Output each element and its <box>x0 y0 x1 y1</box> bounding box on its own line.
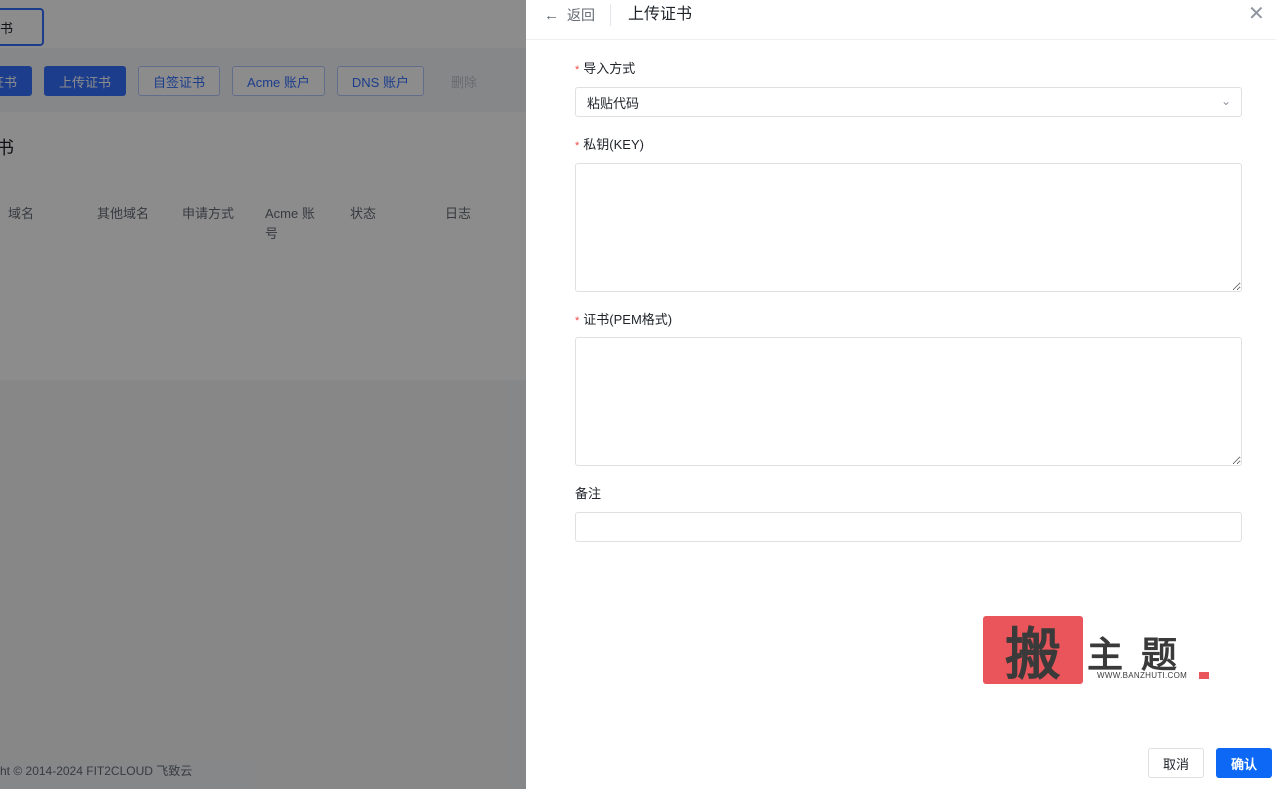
arrow-left-icon: ← <box>544 6 559 24</box>
watermark-url: WWW.BANZHUTI.COM <box>1097 671 1188 680</box>
import-method-value: 粘贴代码 <box>587 95 640 111</box>
required-marker: * <box>575 140 580 152</box>
required-marker: * <box>575 315 580 327</box>
upload-certificate-drawer: ← 返回 上传证书 ✕ * 导入方式 粘贴代码 ⌄ * 私钥(KEY) * 证书(PE… <box>526 0 1276 789</box>
chevron-down-icon: ⌄ <box>1220 94 1231 108</box>
banzhuti-watermark: 搬 主题 WWW.BANZHUTI.COM <box>983 616 1213 688</box>
drawer-footer: 取消 确认 <box>1148 748 1272 778</box>
drawer-header: ← 返回 上传证书 ✕ <box>526 0 1276 40</box>
drawer-title: 上传证书 <box>628 6 693 23</box>
header-divider <box>610 4 611 26</box>
required-marker: * <box>575 64 580 76</box>
close-icon[interactable]: ✕ <box>1248 3 1265 25</box>
certificate-textarea[interactable] <box>575 337 1242 466</box>
import-method-select[interactable]: 粘贴代码 ⌄ <box>575 87 1242 117</box>
watermark-logo: 搬 <box>983 616 1083 688</box>
private-key-label: * 私钥(KEY) <box>575 137 644 152</box>
private-key-textarea[interactable] <box>575 163 1242 292</box>
remark-input[interactable] <box>575 512 1242 542</box>
watermark-dot <box>1199 672 1209 679</box>
confirm-button[interactable]: 确认 <box>1216 748 1272 778</box>
remark-label: 备注 <box>575 486 602 501</box>
back-button[interactable]: ← 返回 <box>544 5 595 25</box>
cancel-button[interactable]: 取消 <box>1148 748 1204 778</box>
import-method-label: * 导入方式 <box>575 61 636 76</box>
certificate-label: * 证书(PEM格式) <box>575 312 673 327</box>
back-label: 返回 <box>567 7 595 23</box>
modal-overlay[interactable] <box>0 0 526 789</box>
